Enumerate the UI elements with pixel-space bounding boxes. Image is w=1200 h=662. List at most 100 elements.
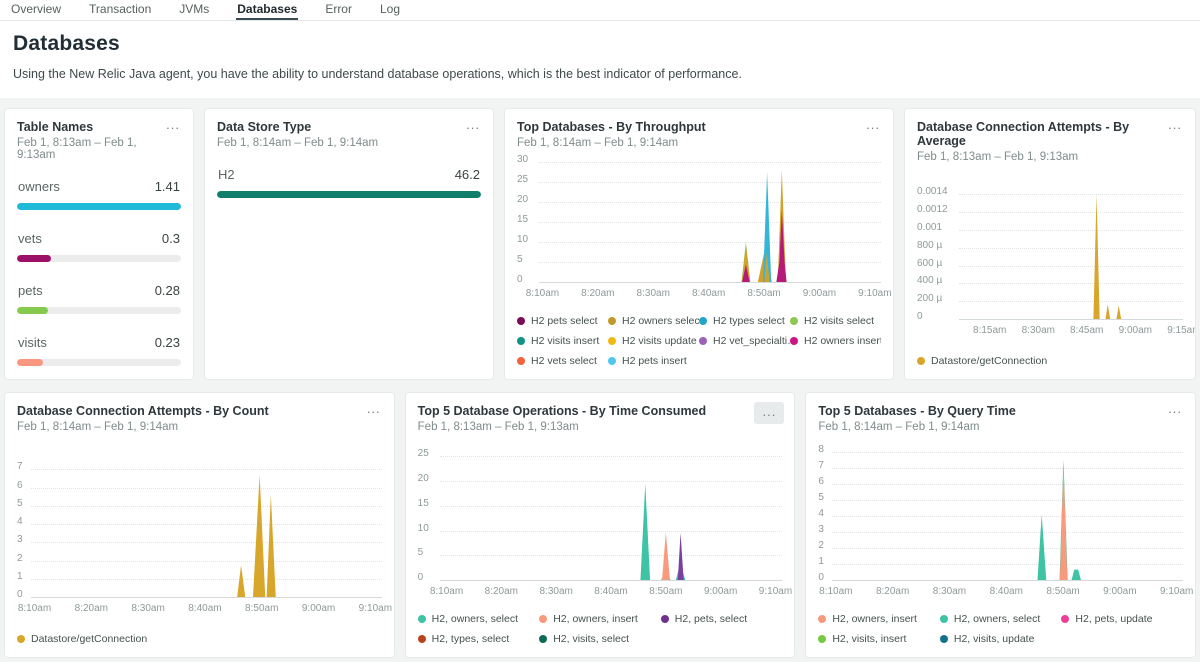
legend-item[interactable]: H2 visits update [608, 335, 699, 347]
panel-connection-attempts-count: Database Connection Attempts - By Count … [4, 392, 395, 658]
panel-title: Table Names [17, 120, 163, 134]
y-tick-label: 5 [818, 492, 824, 503]
panel-menu-button[interactable]: ... [863, 118, 883, 132]
gridline [440, 580, 783, 581]
chart-canvas [832, 446, 1183, 580]
y-tick-label: 0 [818, 572, 824, 583]
legend-color-dot [517, 317, 525, 325]
plot [959, 189, 1183, 319]
legend-label: H2, owners, select [432, 613, 518, 625]
area-series [1116, 306, 1121, 319]
legend-label: H2, pets, update [1075, 613, 1152, 625]
legend-color-dot [699, 317, 707, 325]
x-tick-label: 8:20am [75, 603, 108, 614]
panel-header: Database Connection Attempts - By Averag… [917, 120, 1183, 163]
panel-menu-button[interactable]: ... [1165, 118, 1185, 132]
y-tick-label: 6 [17, 479, 23, 490]
nav-tab-error[interactable]: Error [324, 0, 353, 20]
legend-item[interactable]: H2, owners, select [940, 613, 1062, 625]
legend-item[interactable]: H2 vet_specialti… [699, 335, 790, 347]
x-tick-label: 8:30am [933, 586, 966, 597]
y-tick-label: 4 [818, 508, 824, 519]
panel-header: Table Names Feb 1, 8:13am – Feb 1, 9:13a… [17, 120, 181, 161]
panel-menu-button[interactable]: ... [163, 118, 183, 132]
panel-menu-button[interactable]: ... [1165, 402, 1185, 416]
panel-menu-button[interactable]: ... [463, 118, 483, 132]
nav-tab-databases[interactable]: Databases [236, 0, 298, 20]
legend-item[interactable]: H2 visits insert [517, 335, 608, 347]
x-tick-label: 8:20am [485, 586, 518, 597]
legend-item[interactable]: H2 owners select [608, 315, 699, 327]
top-nav: Overview Transaction JVMs Databases Error Log [0, 0, 1200, 21]
x-tick-label: 8:20am [876, 586, 909, 597]
legend-item[interactable]: H2, owners, select [418, 613, 540, 625]
legend-color-dot [940, 615, 948, 623]
legend-color-dot [539, 635, 547, 643]
x-tick-label: 8:10am [526, 288, 559, 299]
y-tick-label: 15 [418, 498, 429, 509]
legend-item[interactable]: H2, pets, update [1061, 613, 1183, 625]
legend-item[interactable]: H2, visits, insert [818, 633, 940, 645]
gridline [539, 282, 881, 283]
bar-fill [17, 359, 43, 366]
legend-item[interactable]: H2 pets insert [608, 355, 699, 367]
legend-label: Datastore/getConnection [931, 355, 1047, 367]
legend-item[interactable]: H2 pets select [517, 315, 608, 327]
legend-color-dot [940, 635, 948, 643]
legend-label: H2 visits update [622, 335, 697, 347]
area-series [677, 533, 683, 580]
dashboard-row-1: Table Names Feb 1, 8:13am – Feb 1, 9:13a… [4, 108, 1196, 380]
legend-item[interactable]: H2, owners, insert [539, 613, 661, 625]
bar-value: 0.3 [162, 231, 180, 246]
legend-item[interactable]: H2, owners, insert [818, 613, 940, 625]
y-tick-label: 5 [517, 254, 523, 265]
x-tick-label: 9:10am [858, 288, 891, 299]
bar-track [217, 191, 481, 198]
legend-item[interactable]: H2, visits, update [940, 633, 1062, 645]
legend-item[interactable]: H2 types select [699, 315, 790, 327]
panel-header: Top Databases - By Throughput Feb 1, 8:1… [517, 120, 881, 149]
x-tick-label: 8:50am [1046, 586, 1079, 597]
legend-item[interactable]: H2, visits, select [539, 633, 661, 645]
y-tick-label: 10 [517, 234, 528, 245]
panel-top-databases-throughput: Top Databases - By Throughput Feb 1, 8:1… [504, 108, 894, 380]
legend-item[interactable]: Datastore/getConnection [917, 355, 1183, 367]
legend-item[interactable]: H2 visits select [790, 315, 881, 327]
panel-menu-button[interactable]: ... [364, 402, 384, 416]
legend-color-dot [517, 337, 525, 345]
legend-label: H2 vets select [531, 355, 597, 367]
bar-row: H246.2 [217, 167, 481, 198]
chart-canvas [539, 156, 881, 282]
page-header: Databases Using the New Relic Java agent… [0, 21, 1200, 98]
x-tick-label: 9:00am [1103, 586, 1136, 597]
y-tick-label: 5 [418, 547, 424, 558]
legend-item[interactable]: H2 vets select [517, 355, 608, 367]
nav-tab-transaction[interactable]: Transaction [88, 0, 152, 20]
legend-color-dot [661, 615, 669, 623]
chart-legend: Datastore/getConnection [17, 633, 382, 645]
nav-tab-overview[interactable]: Overview [10, 0, 62, 20]
legend-label: H2 owners select [622, 315, 699, 327]
legend-item[interactable]: H2, types, select [418, 633, 540, 645]
y-axis: 051015202530 [517, 156, 539, 282]
legend-item[interactable]: Datastore/getConnection [17, 633, 382, 645]
x-tick-label: 8:10am [819, 586, 852, 597]
y-tick-label: 30 [517, 154, 528, 165]
legend-item[interactable]: H2 owners insert [790, 335, 881, 347]
panel-title: Top 5 Databases - By Query Time [818, 404, 1016, 418]
bar-row-header: H246.2 [218, 167, 480, 182]
bar-track [17, 359, 181, 366]
chart-canvas [31, 463, 382, 597]
dashboard: Table Names Feb 1, 8:13am – Feb 1, 9:13a… [0, 98, 1200, 658]
area-series [1093, 194, 1099, 319]
bar-value: 0.28 [155, 283, 180, 298]
panel-table-names: Table Names Feb 1, 8:13am – Feb 1, 9:13a… [4, 108, 194, 380]
panel-menu-button[interactable]: ... [754, 402, 784, 424]
y-tick-label: 7 [17, 461, 23, 472]
legend-item[interactable]: H2, pets, select [661, 613, 783, 625]
panel-time-range: Feb 1, 8:13am – Feb 1, 9:13am [418, 421, 707, 433]
nav-tab-jvms[interactable]: JVMs [178, 0, 210, 20]
nav-tab-log[interactable]: Log [379, 0, 401, 20]
legend-color-dot [418, 635, 426, 643]
chart-legend: H2 pets select H2 owners selectH2 types s… [517, 315, 881, 367]
